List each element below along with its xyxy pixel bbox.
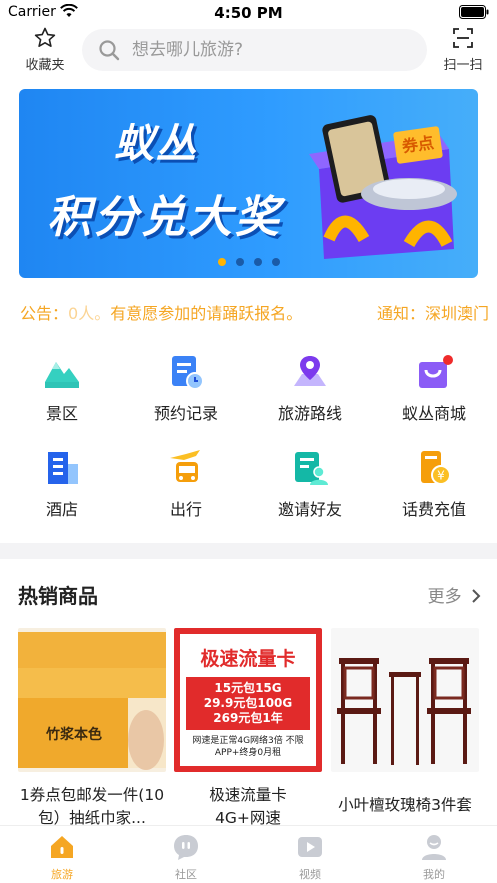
status-bar: Carrier 4:50 PM: [0, 0, 497, 26]
product-image: 竹浆本色: [18, 628, 166, 772]
product-card[interactable]: 小叶檀玫瑰椅3件套: [331, 628, 479, 817]
tab-label: 我的: [423, 868, 445, 881]
travel-icon: [170, 450, 200, 482]
favorites-button[interactable]: 收藏夹: [20, 26, 70, 73]
plan-item: 15元包15G: [214, 681, 282, 695]
shopping-bag-icon: [419, 355, 453, 388]
svg-text:¥: ¥: [437, 469, 445, 483]
top-navigation: 收藏夹 扫一扫: [0, 26, 497, 82]
tissue-pack-graphic: [18, 632, 166, 770]
scan-label: 扫一扫: [443, 58, 483, 73]
tab-profile[interactable]: 我的: [372, 832, 496, 882]
plan-list: 15元包15G 29.9元包100G 269元包1年: [186, 677, 310, 730]
notice-prefix: 公告：: [20, 304, 69, 323]
booking-record-icon: [172, 356, 204, 390]
hot-products-header: 热销商品 更多: [0, 574, 497, 614]
product-image-text: 竹浆本色: [46, 727, 102, 743]
product-card[interactable]: 极速流量卡 15元包15G 29.9元包100G 269元包1年 网速是正常4G…: [174, 628, 322, 828]
star-icon: [34, 27, 56, 47]
menu-item-travel[interactable]: 出行: [124, 448, 248, 528]
menu-label: 话费充值: [401, 500, 466, 519]
menu-label: 景区: [45, 404, 78, 423]
banner-pagination[interactable]: [19, 251, 478, 270]
product-list: 竹浆本色 1券点包邮发一件(10包）抽纸巾家... 极速流量卡 15元包15G …: [0, 628, 497, 828]
search-input[interactable]: [132, 29, 412, 71]
card-title: 极速流量卡: [200, 648, 296, 670]
favorites-label: 收藏夹: [25, 58, 65, 73]
notice-text: 有意愿参加的请踊跃报名。: [110, 304, 303, 323]
hotel-icon: [48, 452, 78, 484]
banner-title-line1: 蚁丛: [114, 121, 198, 167]
menu-label: 邀请好友: [277, 500, 342, 519]
home-travel-icon: [51, 836, 73, 858]
plan-item: 269元包1年: [213, 711, 283, 725]
banner-dot[interactable]: [271, 258, 280, 266]
product-name: 1券点包邮发一件(10包）抽纸巾家...: [19, 786, 165, 827]
menu-item-recharge[interactable]: ¥ 话费充值: [372, 448, 496, 528]
tab-video[interactable]: 视频: [248, 832, 372, 882]
tab-travel[interactable]: 旅游: [0, 832, 124, 882]
battery-icon: [459, 5, 489, 19]
notice-item: 公告：0人。有意愿参加的请踊跃报名。: [20, 300, 302, 324]
menu-item-hotel[interactable]: 酒店: [0, 448, 124, 528]
tab-label: 社区: [175, 868, 197, 881]
menu-item-mall[interactable]: 蚁丛商城: [372, 352, 496, 432]
promo-banner[interactable]: 券点 蚁丛 积分兑大奖: [19, 89, 478, 278]
banner-title-line2: 积分兑大奖: [47, 192, 282, 243]
notice-faded-text: 0人。: [68, 304, 111, 323]
scan-icon: [453, 28, 473, 48]
clock: 4:50 PM: [214, 4, 283, 22]
video-icon: [298, 837, 322, 857]
plan-item: 29.9元包100G: [203, 696, 293, 710]
product-image: 极速流量卡 15元包15G 29.9元包100G 269元包1年 网速是正常4G…: [174, 628, 322, 772]
bottom-tab-bar: 旅游 社区 视频 我的: [0, 825, 497, 883]
menu-item-route[interactable]: 旅游路线: [248, 352, 372, 432]
menu-item-invite[interactable]: 邀请好友: [248, 448, 372, 528]
menu-item-booking[interactable]: 预约记录: [124, 352, 248, 432]
profile-icon: [422, 835, 446, 860]
section-title: 热销商品: [18, 584, 98, 608]
tab-label: 旅游: [51, 868, 73, 881]
tab-community[interactable]: 社区: [124, 832, 248, 882]
tab-label: 视频: [299, 868, 321, 881]
banner-coupon-badge: 券点: [392, 125, 444, 165]
menu-label: 蚁丛商城: [401, 404, 466, 423]
menu-label: 旅游路线: [277, 404, 342, 423]
product-name: 小叶檀玫瑰椅3件套: [338, 796, 472, 814]
chevron-right-icon: [472, 589, 481, 603]
route-icon: [294, 356, 326, 386]
product-card[interactable]: 竹浆本色 1券点包邮发一件(10包）抽纸巾家...: [18, 628, 166, 828]
banner-dot[interactable]: [235, 258, 244, 266]
section-divider: [0, 543, 497, 559]
phone-recharge-icon: ¥: [421, 451, 451, 485]
scan-button[interactable]: 扫一扫: [438, 26, 488, 73]
card-note: 网速是正常4G网络3倍 不限APP+终身0月租: [192, 736, 304, 758]
banner-dot[interactable]: [217, 258, 226, 266]
menu-label: 酒店: [45, 500, 78, 519]
more-label: 更多: [427, 587, 462, 607]
menu-label: 出行: [169, 500, 202, 519]
more-link[interactable]: 更多: [428, 582, 481, 607]
notice-item-second: 通知：深圳澳门: [377, 304, 490, 323]
menu-item-scenic[interactable]: 景区: [0, 352, 124, 432]
product-name: 极速流量卡4G+网速: [209, 786, 287, 827]
invite-friend-icon: [295, 452, 328, 485]
mountain-icon: [45, 362, 79, 388]
banner-gift-box-graphic: [309, 115, 457, 259]
product-image: [331, 628, 479, 772]
search-bar[interactable]: [82, 29, 427, 71]
rosewood-chair-graphic: [337, 658, 471, 765]
notice-ticker[interactable]: 公告：0人。有意愿参加的请踊跃报名。 通知：深圳澳门: [0, 296, 497, 326]
menu-label: 预约记录: [153, 404, 218, 423]
banner-dot[interactable]: [253, 258, 262, 266]
community-icon: [174, 835, 198, 860]
search-icon: [99, 40, 120, 61]
